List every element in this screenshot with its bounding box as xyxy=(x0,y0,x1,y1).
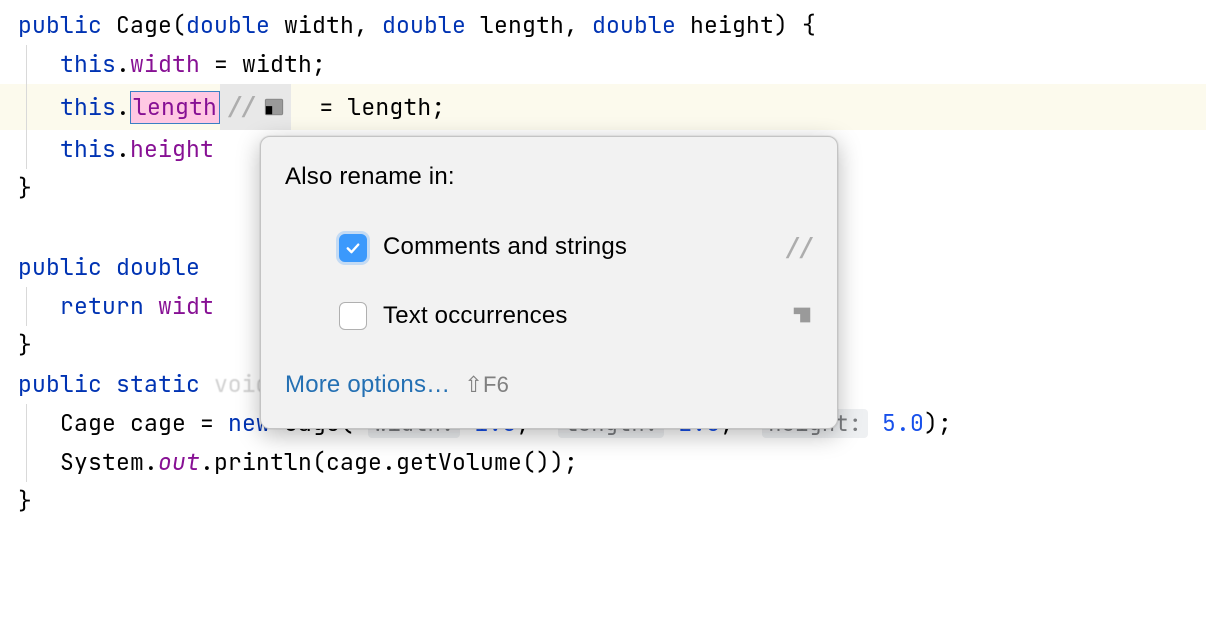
keyword: static xyxy=(116,369,200,399)
class-ref: Cage xyxy=(60,408,116,438)
identifier: length xyxy=(347,92,431,122)
code-line[interactable]: } xyxy=(0,482,1206,521)
code-line-active[interactable]: this.length// = length; xyxy=(0,84,1206,130)
checkbox-checked[interactable] xyxy=(339,234,367,262)
brace: } xyxy=(18,173,32,203)
field: widt xyxy=(158,291,214,321)
keyword: public xyxy=(18,252,102,282)
text-occurrence-icon xyxy=(791,296,813,337)
rename-input[interactable]: length xyxy=(130,91,220,124)
param: length xyxy=(480,10,564,40)
brace: } xyxy=(18,330,32,360)
field: width xyxy=(130,49,200,79)
keyword: this xyxy=(60,49,116,79)
method: getVolume xyxy=(396,447,522,477)
keyword: this xyxy=(60,92,116,122)
keyword: public xyxy=(18,10,102,40)
text-occurrence-icon xyxy=(263,89,285,126)
keyboard-shortcut: ⇧F6 xyxy=(464,366,509,403)
code-line[interactable]: public Cage(double width, double length,… xyxy=(0,6,1206,45)
param: width xyxy=(284,10,354,40)
checkbox-label: Text occurrences xyxy=(383,296,775,337)
keyword: double xyxy=(382,10,466,40)
checkbox-unchecked[interactable] xyxy=(339,302,367,330)
code-line[interactable]: System.out.println(cage.getVolume()); xyxy=(0,443,1206,482)
keyword: double xyxy=(592,10,676,40)
var: cage xyxy=(130,408,186,438)
option-comments-strings[interactable]: Comments and strings // xyxy=(285,220,813,276)
keyword: this xyxy=(60,134,116,164)
check-icon xyxy=(344,239,362,257)
method: println xyxy=(214,447,312,477)
link-text: More options… xyxy=(285,365,450,406)
keyword: return xyxy=(60,291,144,321)
rename-options-popup: Also rename in: Comments and strings // … xyxy=(260,136,838,429)
keyword: public xyxy=(18,369,102,399)
static-field: out xyxy=(158,447,200,477)
field: height xyxy=(130,134,214,164)
keyword: double xyxy=(186,10,270,40)
slashes-icon: // xyxy=(786,226,813,270)
brace: } xyxy=(18,486,32,516)
popup-title: Also rename in: xyxy=(285,157,813,198)
rename-gutter[interactable]: // xyxy=(220,84,291,130)
var: cage xyxy=(326,447,382,477)
param: height xyxy=(690,10,774,40)
class-ref: System xyxy=(60,447,144,477)
option-text-occurrences[interactable]: Text occurrences xyxy=(285,290,813,343)
identifier: width xyxy=(242,49,312,79)
checkbox-label: Comments and strings xyxy=(383,227,770,268)
slashes-icon: // xyxy=(228,85,255,129)
code-line[interactable]: this.width = width; xyxy=(0,45,1206,84)
class-name: Cage xyxy=(116,10,172,40)
keyword: double xyxy=(116,252,200,282)
more-options-link[interactable]: More options… ⇧F6 xyxy=(285,365,813,406)
literal: 5.0 xyxy=(882,408,924,438)
